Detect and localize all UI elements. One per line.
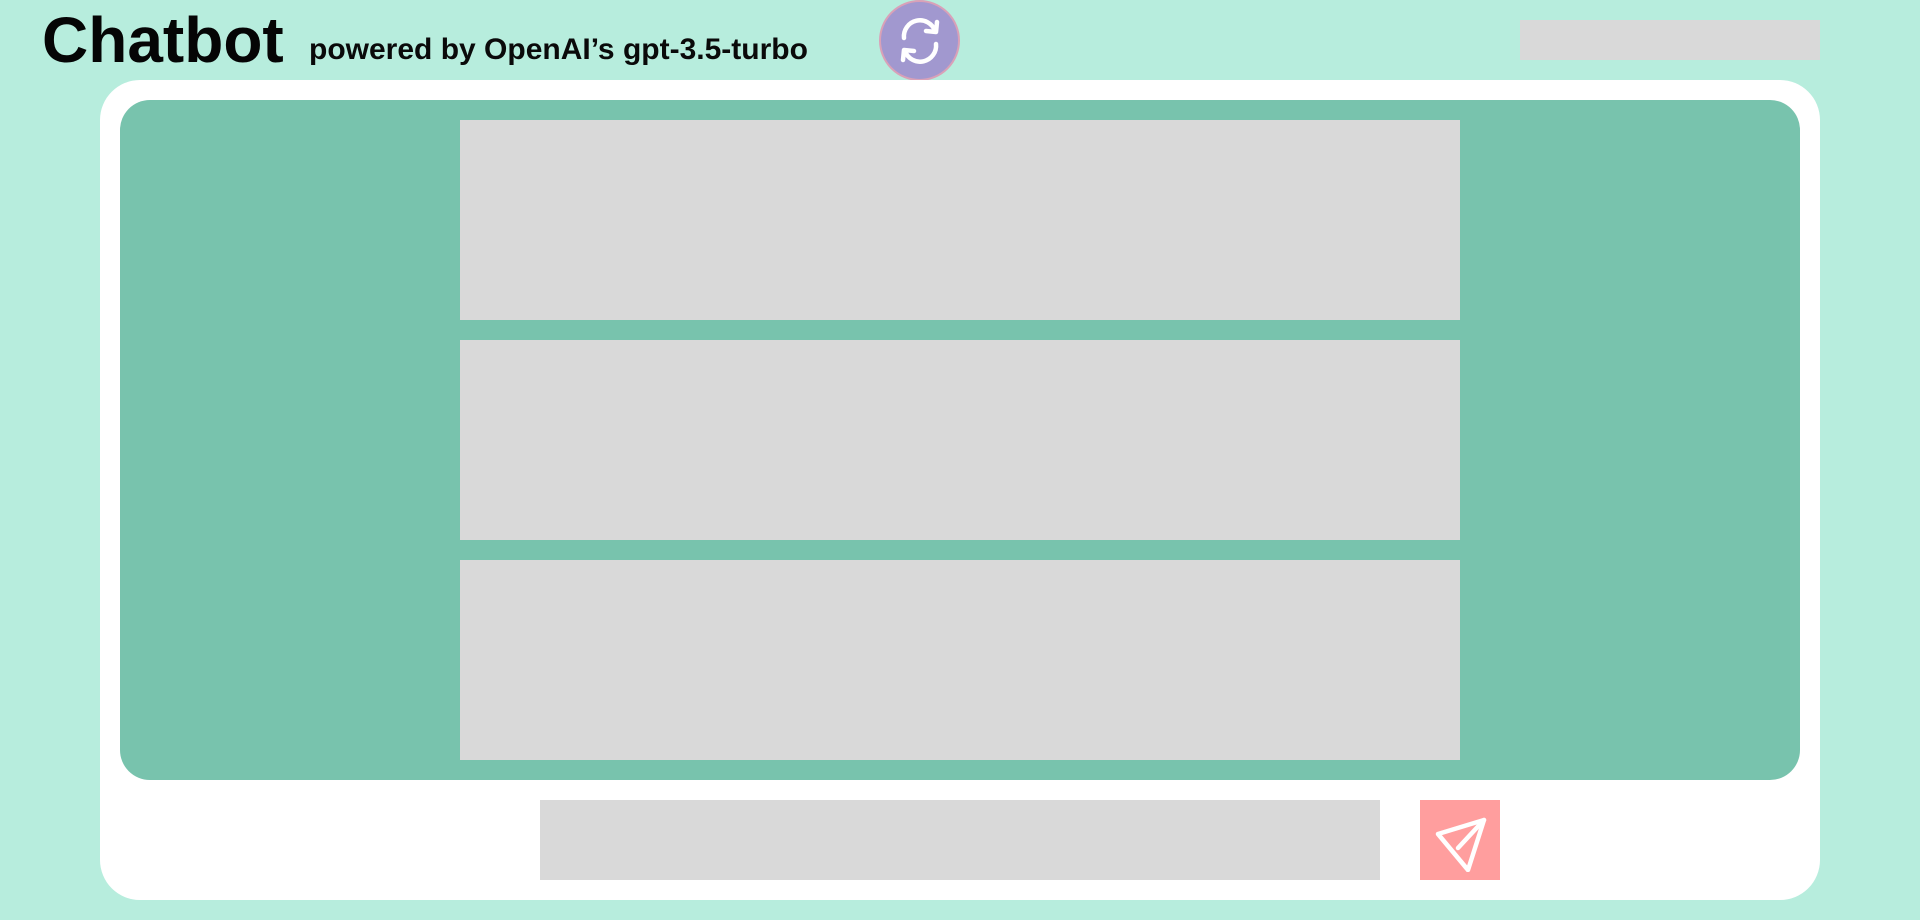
- message-placeholder: [460, 560, 1460, 760]
- chat-card: [100, 80, 1820, 900]
- refresh-icon: [900, 18, 940, 64]
- send-button[interactable]: [1420, 800, 1500, 880]
- send-icon: [1435, 817, 1487, 872]
- refresh-button[interactable]: [879, 0, 960, 81]
- top-right-placeholder: [1520, 20, 1820, 60]
- app-subtitle: powered by OpenAI’s gpt-3.5-turbo: [309, 33, 808, 66]
- messages-panel: [120, 100, 1800, 780]
- message-placeholder: [460, 340, 1460, 540]
- app-title: Chatbot: [42, 4, 284, 76]
- message-placeholder: [460, 120, 1460, 320]
- message-input[interactable]: [540, 800, 1380, 880]
